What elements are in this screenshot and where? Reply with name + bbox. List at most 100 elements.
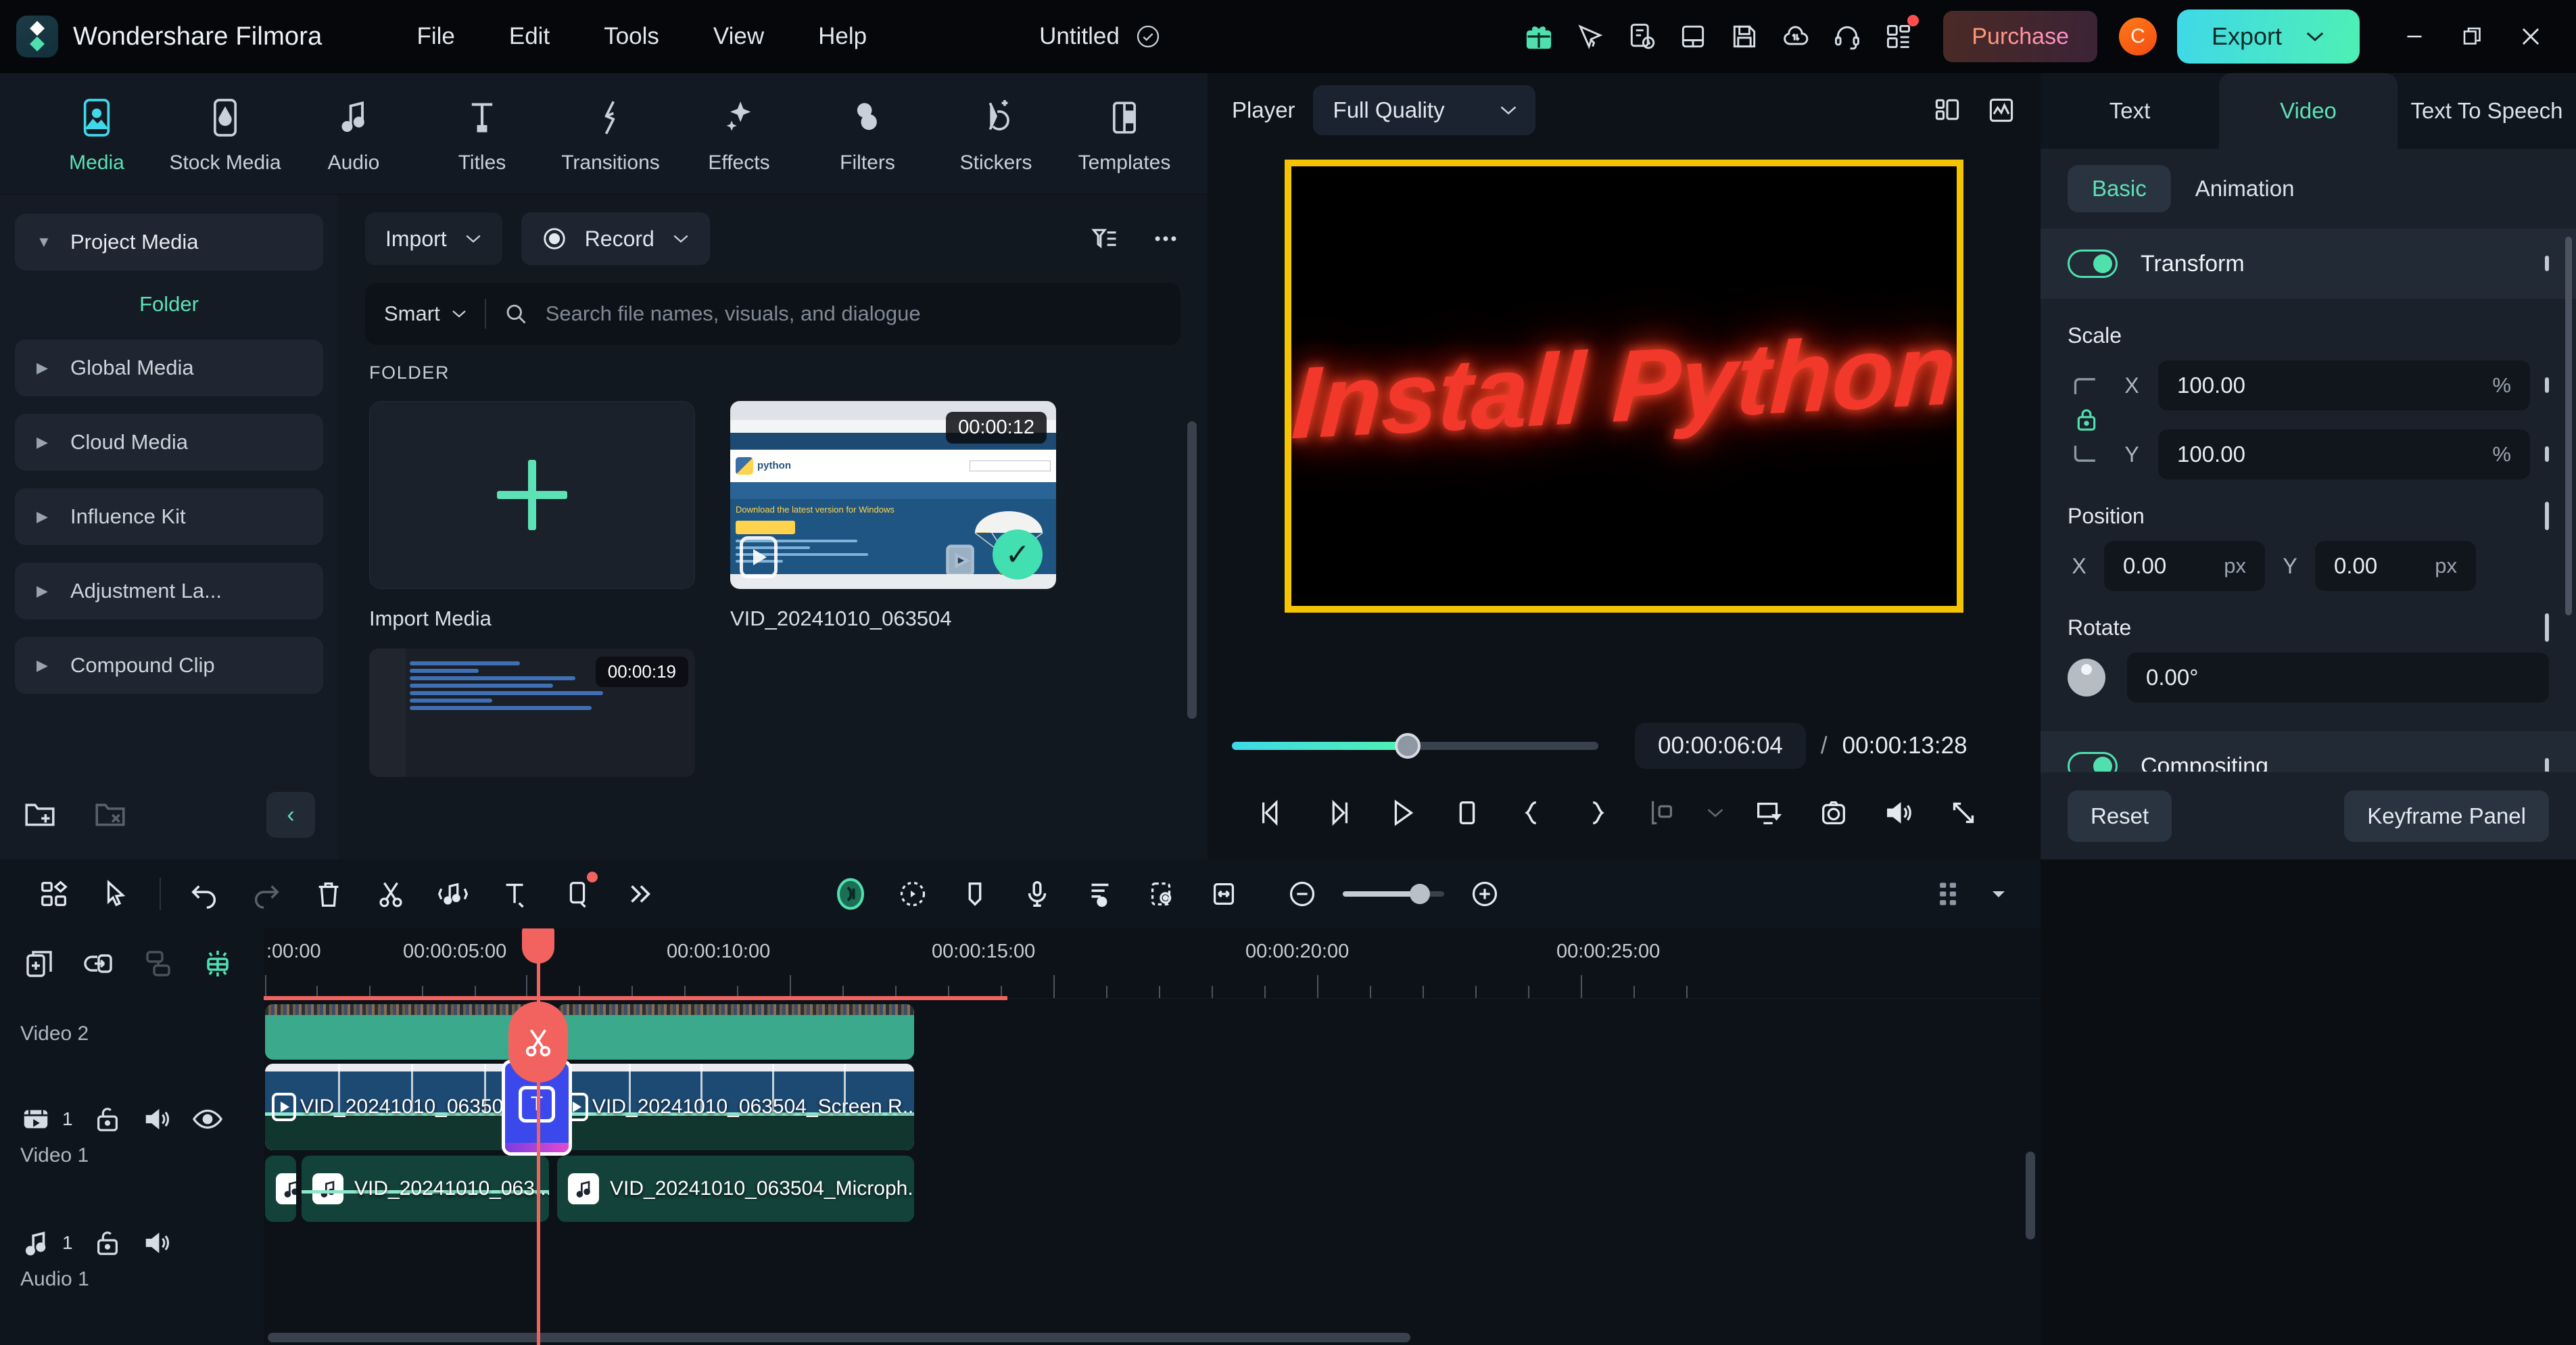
timeline-layout-icon[interactable] — [1917, 866, 1980, 922]
chevron-down-icon[interactable] — [1694, 784, 1736, 842]
folder-add-icon[interactable] — [23, 799, 57, 830]
more-chevrons-icon[interactable] — [609, 866, 671, 922]
timeline-clip[interactable]: VID_20241010_063504_Microph... — [557, 1156, 914, 1222]
media-item-video-2[interactable]: 00:00:19 — [369, 648, 695, 777]
minimize-icon[interactable] — [2385, 7, 2443, 66]
timeline-clip[interactable] — [265, 1004, 549, 1060]
gift-icon[interactable] — [1513, 11, 1565, 62]
send-plane-icon[interactable] — [1565, 11, 1616, 62]
color-match-icon[interactable] — [882, 866, 944, 922]
select-tool-icon[interactable] — [85, 866, 147, 922]
collapse-sidebar-button[interactable]: ‹ — [266, 792, 315, 838]
import-to-track-icon[interactable] — [82, 947, 115, 980]
purchase-button[interactable]: Purchase — [1943, 11, 2097, 62]
headset-support-icon[interactable] — [1821, 11, 1873, 62]
position-keyframe-icon[interactable] — [2545, 502, 2549, 530]
media-item-import[interactable]: Import Media — [369, 401, 695, 631]
unlock-icon[interactable] — [93, 1227, 122, 1258]
audio-mixer-icon[interactable] — [1068, 866, 1130, 922]
import-button[interactable]: Import — [365, 212, 502, 265]
properties-scrollbar[interactable] — [2565, 237, 2572, 615]
add-track-icon[interactable] — [23, 947, 55, 980]
compositing-toggle[interactable] — [2068, 752, 2118, 772]
folder-remove-icon[interactable] — [93, 799, 127, 830]
video-preview[interactable]: Install Python — [1285, 160, 1963, 613]
close-icon[interactable] — [2502, 7, 2560, 66]
apps-grid-icon[interactable] — [1873, 11, 1924, 62]
timeline-clip[interactable]: VID_20241010_063504_Screen R... — [557, 1064, 914, 1150]
sidebar-item-adjustment-layer[interactable]: ▶ Adjustment La... — [15, 563, 323, 619]
volume-icon[interactable] — [1866, 784, 1931, 842]
snapshot-markers-icon[interactable] — [1629, 784, 1694, 842]
menu-file[interactable]: File — [389, 16, 481, 57]
task-clock-icon[interactable] — [1616, 11, 1667, 62]
tab-text[interactable]: Text — [2041, 73, 2219, 149]
stop-icon[interactable] — [1435, 784, 1500, 842]
scale-x-input[interactable]: 100.00 % — [2158, 360, 2530, 410]
tab-effects[interactable]: Effects — [675, 93, 803, 174]
unlock-icon[interactable] — [93, 1104, 122, 1135]
layout-icon[interactable] — [1667, 11, 1719, 62]
layout-grid-icon[interactable] — [1932, 95, 1962, 125]
scale-y-keyframe-icon[interactable] — [2545, 446, 2549, 462]
tab-titles[interactable]: Titles — [418, 93, 546, 174]
current-timecode[interactable]: 00:00:06:04 — [1635, 723, 1806, 769]
tab-stickers[interactable]: Stickers — [932, 93, 1060, 174]
tab-media[interactable]: Media — [32, 93, 161, 174]
search-bar[interactable]: Smart Search file names, visuals, and di… — [365, 283, 1180, 345]
keyframe-panel-button[interactable]: Keyframe Panel — [2344, 790, 2549, 842]
grid-view-icon[interactable] — [23, 866, 85, 922]
zoom-out-icon[interactable] — [1271, 866, 1333, 922]
volume-icon[interactable] — [142, 1104, 172, 1134]
transform-toggle[interactable] — [2068, 250, 2118, 278]
import-media-placeholder[interactable] — [369, 401, 695, 589]
menu-tools[interactable]: Tools — [577, 16, 686, 57]
sidebar-item-influence-kit[interactable]: ▶ Influence Kit — [15, 488, 323, 545]
keyframe-diamond-icon[interactable] — [2545, 758, 2549, 772]
tab-filters[interactable]: Filters — [803, 93, 932, 174]
document-name[interactable]: Untitled — [1039, 23, 1120, 50]
export-button[interactable]: Export — [2177, 9, 2360, 64]
timeline-layout-chevron-icon[interactable] — [1980, 866, 2018, 922]
menu-help[interactable]: Help — [791, 16, 894, 57]
sidebar-item-project-media[interactable]: ▼ Project Media — [15, 214, 323, 270]
cloud-sync-icon[interactable] — [1770, 11, 1821, 62]
media-thumbnail[interactable]: python Download the latest version for W… — [730, 401, 1056, 589]
tab-video[interactable]: Video — [2219, 73, 2398, 149]
zoom-slider[interactable] — [1343, 884, 1444, 904]
eye-icon[interactable] — [192, 1104, 223, 1134]
timeline-tracks[interactable]: :00:00 00:00:05:00 00:00:10:00 00:00:15:… — [264, 928, 2041, 1345]
volume-icon[interactable] — [142, 1228, 172, 1258]
segment-animation[interactable]: Animation — [2171, 165, 2319, 212]
redo-icon[interactable] — [235, 866, 297, 922]
tab-stock-media[interactable]: Stock Media — [161, 93, 289, 174]
split-scissors-icon[interactable] — [508, 1001, 568, 1083]
lock-linked-icon[interactable] — [2068, 406, 2105, 433]
timeline-horizontal-scrollbar-track[interactable] — [264, 1333, 2035, 1342]
fit-timeline-icon[interactable] — [1193, 866, 1255, 922]
display-mode-icon[interactable] — [1736, 784, 1801, 842]
position-x-input[interactable]: 0.00 px — [2104, 541, 2265, 591]
camera-snapshot-icon[interactable] — [1801, 784, 1866, 842]
timeline-clip[interactable] — [557, 1004, 914, 1060]
search-input[interactable]: Search file names, visuals, and dialogue — [546, 302, 921, 326]
more-horizontal-icon[interactable] — [1151, 224, 1180, 254]
screen-record-icon[interactable] — [1130, 866, 1193, 922]
add-to-timeline-icon[interactable] — [938, 539, 982, 582]
audio-detach-icon[interactable] — [422, 866, 484, 922]
auto-highlight-icon[interactable] — [201, 947, 234, 980]
sidebar-item-cloud-media[interactable]: ▶ Cloud Media — [15, 414, 323, 471]
media-grid-scrollbar[interactable] — [1187, 421, 1197, 719]
sidebar-item-compound-clip[interactable]: ▶ Compound Clip — [15, 637, 323, 694]
fullscreen-icon[interactable] — [1931, 784, 1996, 842]
play-icon[interactable] — [1370, 784, 1435, 842]
menu-view[interactable]: View — [686, 16, 791, 57]
undo-icon[interactable] — [173, 866, 235, 922]
next-frame-icon[interactable] — [1305, 784, 1370, 842]
menu-edit[interactable]: Edit — [482, 16, 577, 57]
tab-text-to-speech[interactable]: Text To Speech — [2398, 73, 2576, 149]
tab-transitions[interactable]: Transitions — [546, 93, 675, 174]
rotate-dial[interactable] — [2068, 659, 2105, 697]
keyframe-diamond-icon[interactable] — [2545, 256, 2549, 271]
filter-sort-icon[interactable] — [1090, 224, 1120, 254]
